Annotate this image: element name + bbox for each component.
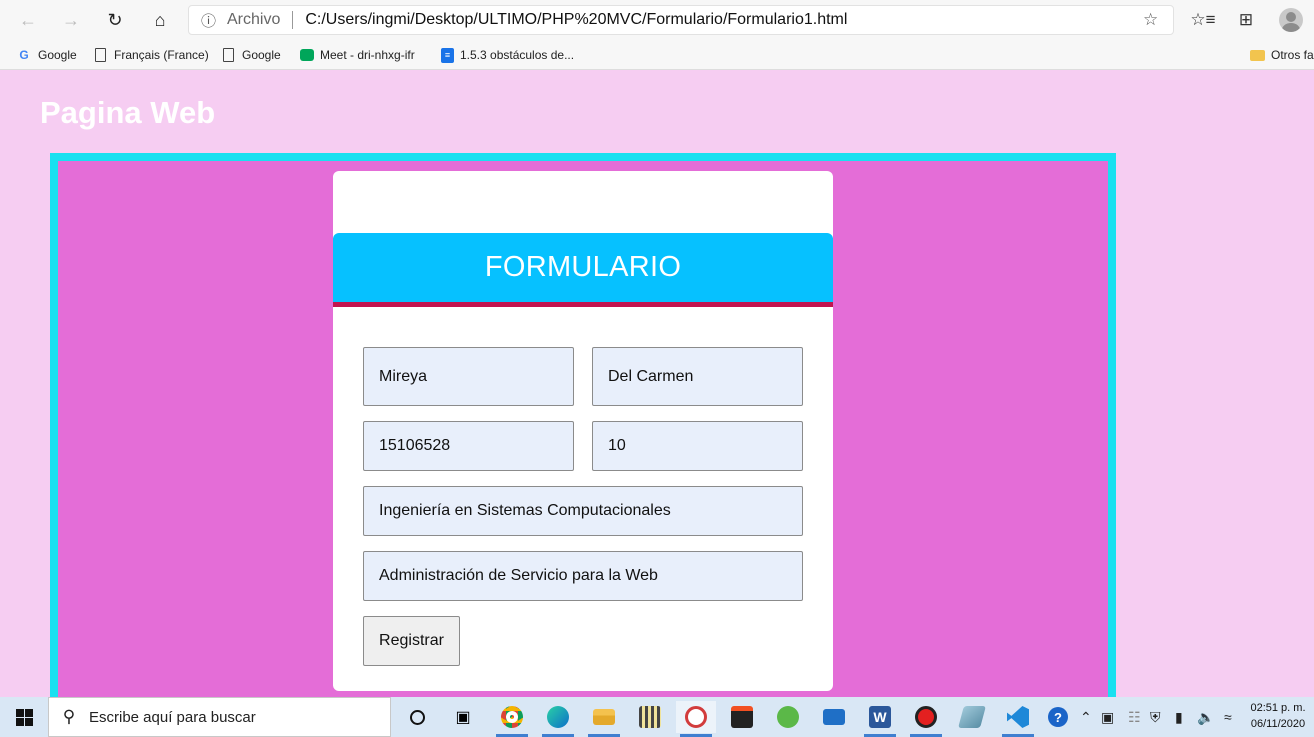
bookmark-other-favorites[interactable]: Otros fa xyxy=(1250,46,1314,64)
address-url[interactable]: C:/Users/ingmi/Desktop/ULTIMO/PHP%20MVC/… xyxy=(305,11,1143,29)
matricula-input[interactable]: 15106528 xyxy=(363,421,574,471)
clock-date: 06/11/2020 xyxy=(1250,718,1306,730)
taskbar-search[interactable]: ⚲ Escribe aquí para buscar xyxy=(48,697,391,737)
profile-avatar[interactable] xyxy=(1279,8,1303,32)
help-icon[interactable]: ? xyxy=(1048,697,1068,737)
address-protocol-label: Archivo xyxy=(227,11,281,28)
page-title: Pagina Web xyxy=(40,95,216,130)
chevron-up-icon[interactable]: ⌃ xyxy=(1080,697,1092,737)
app-notepad-icon[interactable] xyxy=(952,701,992,733)
file-explorer-icon[interactable] xyxy=(584,701,624,737)
paint-icon[interactable] xyxy=(676,701,716,737)
bookmark-label: Meet - dri-nhxg-ifr xyxy=(320,48,415,62)
security-shield-icon[interactable]: ⛨ xyxy=(1150,697,1161,737)
search-icon: ⚲ xyxy=(62,707,76,726)
windows-taskbar: ⚲ Escribe aquí para buscar ▣ W ? ⌃ ▣ ☷ ⛨… xyxy=(0,697,1314,737)
form-header: FORMULARIO xyxy=(333,233,833,307)
bookmark-meet[interactable]: Meet - dri-nhxg-ifr xyxy=(300,46,415,64)
folder-icon xyxy=(1250,49,1265,61)
bookmark-label: Français (France) xyxy=(114,48,209,62)
bookmark-google-2[interactable]: Google xyxy=(221,46,281,64)
docs-icon: ≡ xyxy=(441,47,454,63)
document-icon xyxy=(95,48,106,62)
notification-app-icon[interactable]: ☷ xyxy=(1128,697,1141,737)
word-icon[interactable]: W xyxy=(860,701,900,737)
favorite-star-icon[interactable]: ☆ xyxy=(1143,10,1173,30)
materia-input[interactable]: Administración de Servicio para la Web xyxy=(363,551,803,601)
back-arrow-icon[interactable]: ← xyxy=(13,6,43,34)
bookmark-label: Google xyxy=(38,48,77,62)
task-view-icon[interactable]: ▣ xyxy=(443,701,483,733)
refresh-icon[interactable]: ↻ xyxy=(100,6,130,34)
store-icon[interactable] xyxy=(722,701,762,733)
app-green-icon[interactable] xyxy=(768,701,808,733)
bookmark-label: Google xyxy=(242,48,281,62)
carrera-input[interactable]: Ingeniería en Sistemas Computacionales xyxy=(363,486,803,536)
form-title: FORMULARIO xyxy=(484,251,682,283)
registrar-button[interactable]: Registrar xyxy=(363,616,460,666)
bookmark-label: 1.5.3 obstáculos de... xyxy=(460,48,575,62)
semestre-input[interactable]: 10 xyxy=(592,421,803,471)
nombre-input[interactable]: Mireya xyxy=(363,347,574,406)
collections-icon[interactable]: ⊞ xyxy=(1231,6,1261,34)
edge-icon[interactable] xyxy=(538,701,578,737)
meet-icon xyxy=(300,49,314,61)
document-icon xyxy=(223,48,234,62)
volume-icon[interactable]: 🔈 xyxy=(1197,697,1214,737)
vscode-icon[interactable] xyxy=(998,701,1038,737)
wifi-icon[interactable]: ≈ xyxy=(1224,697,1232,737)
start-button[interactable] xyxy=(0,697,48,737)
forward-arrow-icon[interactable]: → xyxy=(56,6,86,34)
address-bar[interactable]: ⓘ Archivo C:/Users/ingmi/Desktop/ULTIMO/… xyxy=(188,5,1174,35)
browser-toolbar: ← → ↻ ⌂ ⓘ Archivo C:/Users/ingmi/Desktop… xyxy=(0,0,1314,40)
home-icon[interactable]: ⌂ xyxy=(145,6,175,34)
bookmark-docs[interactable]: ≡ 1.5.3 obstáculos de... xyxy=(441,46,574,64)
address-separator xyxy=(292,11,294,29)
app-icon[interactable] xyxy=(630,701,670,733)
battery-icon[interactable]: ▮ xyxy=(1175,697,1183,737)
cortana-icon[interactable] xyxy=(397,701,437,733)
bookmark-google[interactable]: G Google xyxy=(16,46,77,64)
bookmarks-bar: G Google Français (France) Google Meet -… xyxy=(0,40,1314,70)
chrome-icon[interactable] xyxy=(492,701,532,737)
clock-time: 02:51 p. m. xyxy=(1250,702,1306,714)
info-icon[interactable]: ⓘ xyxy=(201,10,221,31)
google-icon: G xyxy=(19,48,29,62)
mail-icon[interactable] xyxy=(814,701,854,733)
apellido-input[interactable]: Del Carmen xyxy=(592,347,803,406)
form-card: FORMULARIO Mireya Del Carmen 15106528 10… xyxy=(333,171,833,691)
taskbar-clock[interactable]: 02:51 p. m. 06/11/2020 xyxy=(1246,700,1310,732)
bookmark-label: Otros fa xyxy=(1271,48,1314,62)
system-tray-icon[interactable]: ▣ xyxy=(1101,697,1114,737)
bookmark-francais[interactable]: Français (France) xyxy=(93,46,209,64)
recorder-icon[interactable] xyxy=(906,701,946,737)
taskbar-search-placeholder: Escribe aquí para buscar xyxy=(89,708,256,726)
favorites-list-icon[interactable]: ☆≡ xyxy=(1188,6,1218,34)
windows-logo-icon xyxy=(15,708,33,726)
